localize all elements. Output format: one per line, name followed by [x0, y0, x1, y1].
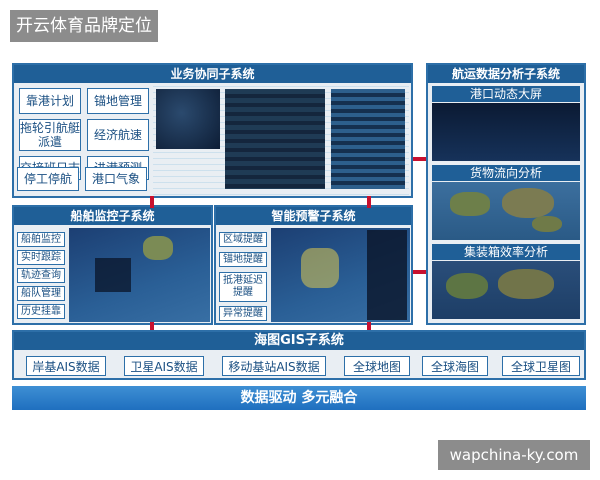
business-table-thumb	[225, 89, 325, 189]
gis-title: 海图GIS子系统	[14, 332, 584, 350]
arrow-business-ship	[150, 196, 154, 208]
ship-panel: 船舶监控子系统 船舶监控 实时跟踪 轨迹查询 船队管理 历史挂靠	[12, 205, 213, 325]
arrow-business-warning	[367, 196, 371, 208]
business-item-stop-work-visible: 停工停航	[17, 167, 79, 191]
shipping-section-port-screen: 港口动态大屏	[432, 86, 580, 102]
business-item-port-weather: 港口气象	[85, 167, 147, 191]
port-screen-thumb	[432, 103, 580, 161]
gis-item-shore-ais: 岸基AIS数据	[26, 356, 106, 376]
gis-item-mobile-ais: 移动基站AIS数据	[222, 356, 326, 376]
gis-item-world-chart: 全球海图	[422, 356, 488, 376]
shipping-section-cargo-flow: 货物流向分析	[432, 165, 580, 181]
warning-map-thumb	[271, 228, 410, 322]
ship-map-thumb	[69, 228, 210, 322]
warning-title: 智能预警子系统	[216, 207, 411, 225]
header-tag: 开云体育品牌定位	[10, 10, 158, 42]
business-title: 业务协同子系统	[14, 65, 411, 83]
gis-item-satellite-ais: 卫星AIS数据	[124, 356, 204, 376]
cargo-flow-map-thumb	[432, 182, 580, 240]
business-item-anchorage: 锚地管理	[87, 88, 149, 114]
container-efficiency-map-thumb	[432, 261, 580, 319]
shipping-title: 航运数据分析子系统	[428, 65, 584, 83]
business-item-tug-dispatch: 拖轮引航艇派遣	[19, 119, 81, 151]
ship-item-track: 轨迹查询	[17, 268, 65, 283]
ship-item-fleet: 船队管理	[17, 286, 65, 301]
business-item-berth-plan: 靠港计划	[19, 88, 81, 114]
business-map-thumb	[156, 89, 220, 149]
warning-item-area: 区域提醒	[219, 232, 267, 247]
business-item-eco-speed: 经济航速	[87, 119, 149, 151]
ship-item-history: 历史挂靠	[17, 304, 65, 319]
ship-item-monitor: 船舶监控	[17, 232, 65, 247]
footer-tag: wapchina-ky.com	[438, 440, 590, 470]
gis-item-world-map: 全球地图	[344, 356, 410, 376]
warning-panel: 智能预警子系统 区域提醒 锚地提醒 抵港延迟提醒 异常提醒	[214, 205, 413, 325]
ship-item-realtime: 实时跟踪	[17, 250, 65, 265]
shipping-panel: 航运数据分析子系统 港口动态大屏 货物流向分析 集装箱效率分析	[426, 63, 586, 325]
shipping-section-container-efficiency: 集装箱效率分析	[432, 244, 580, 260]
ship-title: 船舶监控子系统	[14, 207, 211, 225]
arrow-warning-shipping	[413, 270, 426, 274]
business-screenshot	[153, 86, 409, 195]
business-list-thumb	[331, 89, 405, 189]
footer-banner: 数据驱动 多元融合	[12, 386, 586, 410]
warning-item-anchorage: 锚地提醒	[219, 252, 267, 267]
warning-item-arrival-delay: 抵港延迟提醒	[219, 272, 267, 302]
arrow-business-shipping	[413, 157, 426, 161]
gis-panel: 海图GIS子系统 岸基AIS数据 卫星AIS数据 移动基站AIS数据 全球地图 …	[12, 330, 586, 380]
gis-item-world-satellite: 全球卫星图	[502, 356, 580, 376]
warning-item-abnormal: 异常提醒	[219, 306, 267, 321]
